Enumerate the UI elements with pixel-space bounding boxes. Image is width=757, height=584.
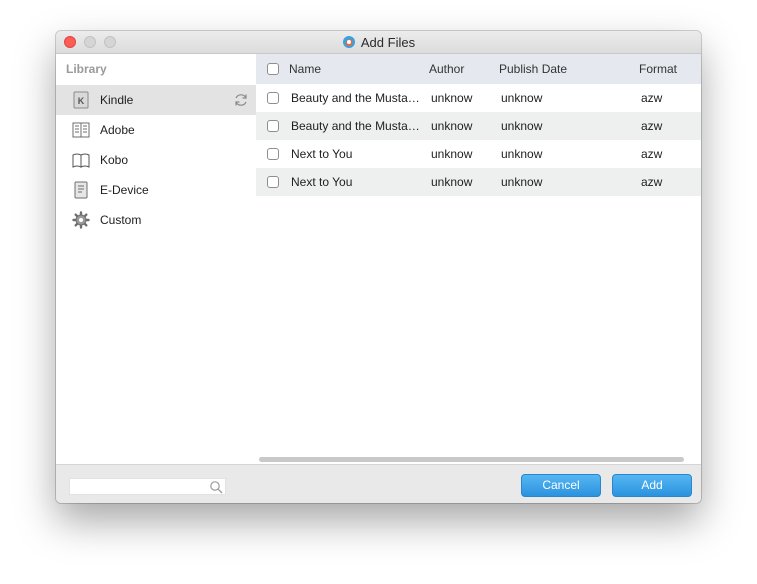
column-header-author[interactable]: Author bbox=[429, 62, 464, 76]
cell-name: Beauty and the Mustache bbox=[291, 91, 423, 105]
cell-publish-date: unknow bbox=[501, 147, 543, 161]
kobo-book-icon bbox=[72, 153, 90, 168]
add-files-dialog: Add Files Library K Kindle Adobe Kobo E-… bbox=[56, 31, 701, 503]
e-device-icon bbox=[74, 181, 88, 199]
row-checkbox[interactable] bbox=[267, 148, 279, 160]
cancel-button[interactable]: Cancel bbox=[521, 474, 601, 497]
sidebar-item-custom[interactable]: Custom bbox=[56, 205, 256, 235]
row-checkbox[interactable] bbox=[267, 176, 279, 188]
gear-icon bbox=[72, 211, 90, 229]
sidebar-item-kindle[interactable]: K Kindle bbox=[56, 85, 256, 115]
sidebar-item-label: Custom bbox=[100, 213, 142, 227]
table-header: Name Author Publish Date Format bbox=[256, 54, 701, 84]
cell-publish-date: unknow bbox=[501, 175, 543, 189]
sidebar-item-adobe[interactable]: Adobe bbox=[56, 115, 256, 145]
row-checkbox[interactable] bbox=[267, 120, 279, 132]
kindle-icon: K bbox=[73, 91, 89, 109]
app-logo-icon bbox=[342, 36, 355, 48]
table-row[interactable]: Beauty and the Mustache unknow unknow az… bbox=[256, 84, 701, 112]
window-title-text: Add Files bbox=[360, 35, 416, 50]
sidebar-item-label: Adobe bbox=[100, 123, 135, 137]
sidebar-item-label: Kobo bbox=[100, 153, 129, 167]
cell-author: unknow bbox=[431, 119, 473, 133]
adobe-book-icon bbox=[72, 122, 90, 138]
search-input[interactable] bbox=[72, 479, 202, 494]
cell-name: Next to You bbox=[291, 175, 353, 189]
cell-format: azw bbox=[641, 91, 663, 105]
cell-name: Next to You bbox=[291, 147, 353, 161]
table-row[interactable]: Next to You unknow unknow azw bbox=[256, 140, 701, 168]
bottom-bar: Cancel Add bbox=[56, 464, 701, 503]
add-button[interactable]: Add bbox=[612, 474, 692, 497]
window-title: Add Files bbox=[56, 35, 701, 50]
column-header-format[interactable]: Format bbox=[639, 62, 677, 76]
sidebar-item-label: Kindle bbox=[100, 93, 134, 107]
cell-publish-date: unknow bbox=[501, 119, 543, 133]
title-bar: Add Files bbox=[56, 31, 701, 54]
row-checkbox[interactable] bbox=[267, 92, 279, 104]
table-row[interactable]: Next to You unknow unknow azw bbox=[256, 168, 701, 196]
horizontal-scrollbar[interactable] bbox=[259, 457, 684, 462]
column-header-publish-date[interactable]: Publish Date bbox=[499, 62, 567, 76]
cell-format: azw bbox=[641, 119, 663, 133]
select-all-checkbox[interactable] bbox=[267, 63, 279, 75]
search-box[interactable] bbox=[69, 478, 226, 495]
refresh-icon[interactable] bbox=[233, 92, 249, 108]
column-header-name[interactable]: Name bbox=[289, 62, 321, 76]
cell-author: unknow bbox=[431, 147, 473, 161]
sidebar-item-label: E-Device bbox=[100, 183, 149, 197]
cell-name: Beauty and the Mustache bbox=[291, 119, 423, 133]
table-row[interactable]: Beauty and the Mustache unknow unknow az… bbox=[256, 112, 701, 140]
file-table: Name Author Publish Date Format Beauty a… bbox=[256, 54, 701, 464]
svg-text:K: K bbox=[78, 96, 85, 106]
cell-author: unknow bbox=[431, 175, 473, 189]
search-icon[interactable] bbox=[209, 480, 223, 494]
sidebar-item-kobo[interactable]: Kobo bbox=[56, 145, 256, 175]
cell-format: azw bbox=[641, 175, 663, 189]
cell-author: unknow bbox=[431, 91, 473, 105]
cell-format: azw bbox=[641, 147, 663, 161]
sidebar-heading: Library bbox=[66, 62, 107, 76]
cell-publish-date: unknow bbox=[501, 91, 543, 105]
sidebar-item-e-device[interactable]: E-Device bbox=[56, 175, 256, 205]
library-sidebar: Library K Kindle Adobe Kobo E-Device Cus… bbox=[56, 54, 256, 464]
